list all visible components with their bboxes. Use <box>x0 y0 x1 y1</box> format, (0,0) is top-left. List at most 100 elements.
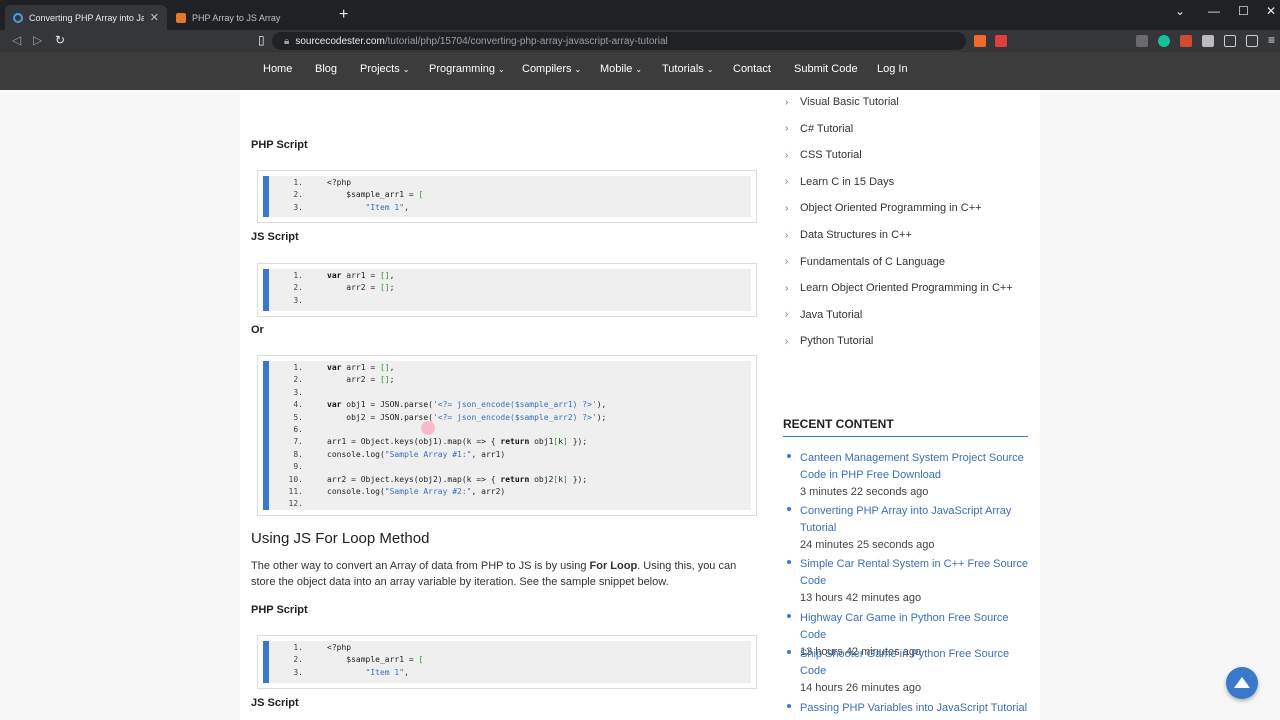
minimize-icon[interactable]: — <box>1208 4 1220 18</box>
nav-mobile[interactable]: Mobile ⌄ <box>600 63 642 75</box>
bullet-icon <box>787 614 791 618</box>
sidebar-tutorial-link[interactable]: › Data Structures in C++ <box>785 229 912 241</box>
sidebar-tutorial-link[interactable]: › Visual Basic Tutorial <box>785 96 899 108</box>
extension-icon[interactable] <box>1180 35 1192 47</box>
php-script-heading: PHP Script <box>251 604 308 616</box>
recent-item-link[interactable]: Simple Car Rental System in C++ Free Sou… <box>800 556 1032 590</box>
site-navigation: Home Blog Projects ⌄ Programming ⌄ Compile… <box>0 52 1280 90</box>
recent-item: Canteen Management System Project Source… <box>787 450 1032 501</box>
nav-tutorials[interactable]: Tutorials ⌄ <box>662 63 713 75</box>
recent-item-link[interactable]: Canteen Management System Project Source… <box>800 450 1032 484</box>
scroll-to-top-button[interactable] <box>1226 667 1258 699</box>
code-block-js-1[interactable]: 1. var arr1 = [], 2. arr2 = []; 3. <box>257 263 757 317</box>
sidebar-tutorial-link[interactable]: › CSS Tutorial <box>785 149 862 161</box>
grammarly-icon[interactable] <box>1158 35 1170 47</box>
sidebar-tutorial-link[interactable]: › Object Oriented Programming in C++ <box>785 202 982 214</box>
code-block-php-1[interactable]: 1. <?php 2. $sample_arr1 = [3. "Item 1", <box>257 170 757 223</box>
chevron-down-icon: ⌄ <box>498 65 505 74</box>
nav-submit-code[interactable]: Submit Code <box>794 63 858 75</box>
sidebar-tutorial-label: Object Oriented Programming in C++ <box>800 202 982 215</box>
code-block-php-2[interactable]: 1. <?php 2. $sample_arr1 = [3. "Item 1", <box>257 635 757 689</box>
bullet-icon <box>787 560 791 564</box>
paragraph: The other way to convert an Array of dat… <box>251 560 737 588</box>
sidebar-tutorial-link[interactable]: › Learn Object Oriented Programming in C+… <box>785 282 1013 294</box>
code-line: 12. <box>288 499 303 509</box>
code-line: 2. $sample_arr1 = [ <box>293 655 424 665</box>
chevron-down-icon: ⌄ <box>706 65 714 74</box>
recent-item-link[interactable]: Converting PHP Array into JavaScript Arr… <box>800 503 1032 537</box>
forward-icon[interactable]: ▷ <box>33 33 42 47</box>
bookmark-icon[interactable]: ▯ <box>258 33 265 47</box>
rewards-icon[interactable] <box>995 35 1007 47</box>
chevron-right-icon: › <box>785 96 789 108</box>
sidebar-tutorial-link[interactable]: › Fundamentals of C Language <box>785 256 945 268</box>
close-window-icon[interactable]: ✕ <box>1266 4 1276 18</box>
tab-search-icon[interactable]: ⌄ <box>1175 4 1185 18</box>
code-line: 1. var arr1 = [], <box>293 271 395 280</box>
nav-projects[interactable]: Projects ⌄ <box>360 63 409 75</box>
menu-icon[interactable]: ≡ <box>1268 33 1275 47</box>
recent-item-time: 3 minutes 22 seconds ago <box>800 486 929 498</box>
wallet-icon[interactable] <box>1246 35 1258 47</box>
nav-contact[interactable]: Contact <box>733 63 771 75</box>
sidebar-icon[interactable] <box>1224 35 1236 47</box>
extension-icon[interactable] <box>1136 35 1148 47</box>
close-tab-icon[interactable]: ✕ <box>150 11 159 24</box>
chevron-right-icon: › <box>785 123 789 135</box>
bullet-icon <box>787 454 791 458</box>
chevron-right-icon: › <box>785 282 789 294</box>
recent-item-link[interactable]: Highway Car Game in Python Free Source C… <box>800 610 1032 644</box>
url-field[interactable]: 🔒︎ sourcecodester.com/tutorial/php/15704… <box>272 32 966 50</box>
sidebar-tutorial-label: Fundamentals of C Language <box>800 255 945 268</box>
code-line: 11. console.log("Sample Array #2:", arr2) <box>288 487 506 496</box>
recent-item-link[interactable]: Passing PHP Variables into JavaScript Tu… <box>800 700 1032 717</box>
tab-active[interactable]: Converting PHP Array into JavaSc ✕ <box>5 5 167 30</box>
chevron-right-icon: › <box>785 149 789 161</box>
sidebar-tutorial-link[interactable]: › Java Tutorial <box>785 309 862 321</box>
code-line: 3. <box>293 387 303 397</box>
sidebar-tutorial-link[interactable]: › Learn C in 15 Days <box>785 176 894 188</box>
url-host: sourcecodester.com <box>295 35 385 47</box>
nav-blog[interactable]: Blog <box>315 63 337 75</box>
sidebar-tutorial-label: Java Tutorial <box>800 308 863 321</box>
recent-item-link[interactable]: Ship Shooter Game in Python Free Source … <box>800 646 1032 680</box>
recent-content-heading: RECENT CONTENT <box>783 417 1028 437</box>
site-favicon-icon <box>13 12 23 23</box>
maximize-icon[interactable]: ☐ <box>1238 4 1249 18</box>
sidebar-tutorial-link[interactable]: › Python Tutorial <box>785 335 873 347</box>
nav-home[interactable]: Home <box>263 63 292 75</box>
puzzle-icon[interactable] <box>1202 35 1214 47</box>
tab-inactive[interactable]: PHP Array to JS Array <box>168 5 328 30</box>
back-icon[interactable]: ◁ <box>12 33 21 47</box>
recent-item: Ship Shooter Game in Python Free Source … <box>787 646 1032 697</box>
recent-item: Simple Car Rental System in C++ Free Sou… <box>787 556 1032 607</box>
code-container: 1. <?php 2. $sample_arr1 = [3. "Item 1", <box>263 176 751 217</box>
chevron-right-icon: › <box>785 309 789 321</box>
chevron-right-icon: › <box>785 176 789 188</box>
nav-log-in[interactable]: Log In <box>877 63 908 75</box>
code-line: 9. <box>293 462 303 472</box>
brave-shield-icon[interactable] <box>974 35 986 47</box>
new-tab-icon[interactable]: + <box>339 6 348 24</box>
chevron-right-icon: › <box>785 256 789 268</box>
code-line: 3. <box>293 295 303 305</box>
code-container: 1. var arr1 = [], 2. arr2 = []; 3. <box>263 269 751 311</box>
reload-icon[interactable]: ↻ <box>55 33 65 47</box>
nav-programming[interactable]: Programming ⌄ <box>429 63 505 75</box>
mouse-cursor-highlight <box>421 421 435 435</box>
code-line: 4. var obj1 = JSON.parse('<?= json_encode… <box>293 400 607 410</box>
code-container: 1. <?php 2. $sample_arr1 = [3. "Item 1", <box>263 641 751 683</box>
code-line: 5. obj2 = JSON.parse('<?= json_encode($s… <box>293 412 607 422</box>
code-line: 1. <?php <box>293 178 352 187</box>
code-line: 8. console.log("Sample Array #1:", arr1) <box>293 449 506 459</box>
recent-item: Converting PHP Array into JavaScript Arr… <box>787 503 1032 554</box>
chevron-down-icon: ⌄ <box>635 65 643 74</box>
sidebar-tutorial-link[interactable]: › C# Tutorial <box>785 123 853 135</box>
nav-compilers[interactable]: Compilers ⌄ <box>522 63 581 75</box>
code-line: 1. var arr1 = [], <box>293 363 395 372</box>
code-block-js-2[interactable]: 1. var arr1 = [], 2. arr2 = []; 3. 4. var obj… <box>257 355 757 516</box>
chevron-right-icon: › <box>785 202 789 214</box>
lock-icon: 🔒︎ <box>284 35 290 47</box>
recent-item-time: 13 hours 42 minutes ago <box>800 592 922 604</box>
code-line: 7. arr1 = Object.keys(obj1).map(k => { re… <box>293 437 588 447</box>
